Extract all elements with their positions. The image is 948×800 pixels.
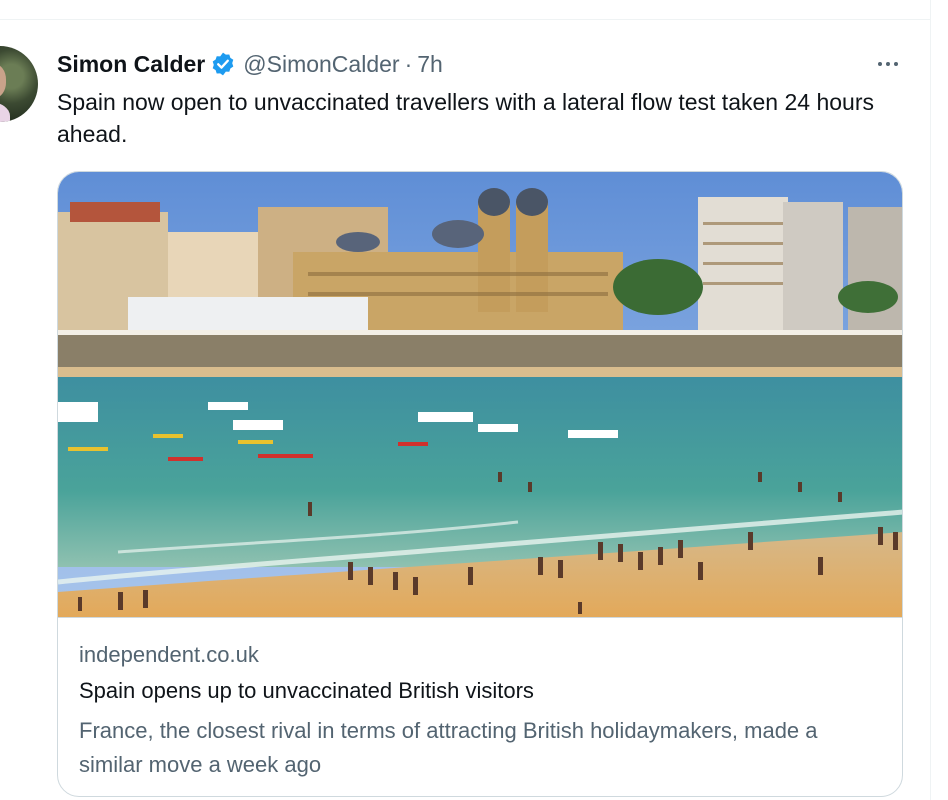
more-dot	[878, 62, 882, 66]
card-title[interactable]: Spain opens up to unvaccinated British v…	[79, 678, 534, 704]
card-image[interactable]	[58, 172, 903, 617]
more-horizontal-icon[interactable]	[870, 52, 906, 76]
more-dot	[894, 62, 898, 66]
more-dot	[886, 62, 890, 66]
tweet-timestamp[interactable]: 7h	[417, 51, 443, 78]
avatar[interactable]	[0, 46, 38, 122]
avatar-shirt	[0, 102, 10, 122]
top-divider	[0, 19, 930, 20]
verified-badge-icon	[212, 52, 234, 76]
timeline-border	[930, 0, 931, 800]
link-card[interactable]: independent.co.uk Spain opens up to unva…	[57, 171, 903, 797]
tweet-text: Spain now open to unvaccinated traveller…	[57, 89, 874, 147]
separator-dot: ·	[404, 50, 413, 77]
author-name[interactable]: Simon Calder	[57, 51, 205, 78]
card-description: France, the closest rival in terms of at…	[79, 718, 818, 777]
avatar-face	[0, 64, 6, 98]
card-domain: independent.co.uk	[79, 642, 259, 667]
tweet-header: Simon Calder @SimonCalder · 7h	[57, 48, 443, 80]
card-meta: independent.co.uk Spain opens up to unva…	[58, 617, 902, 796]
author-handle[interactable]: @SimonCalder	[243, 51, 399, 78]
